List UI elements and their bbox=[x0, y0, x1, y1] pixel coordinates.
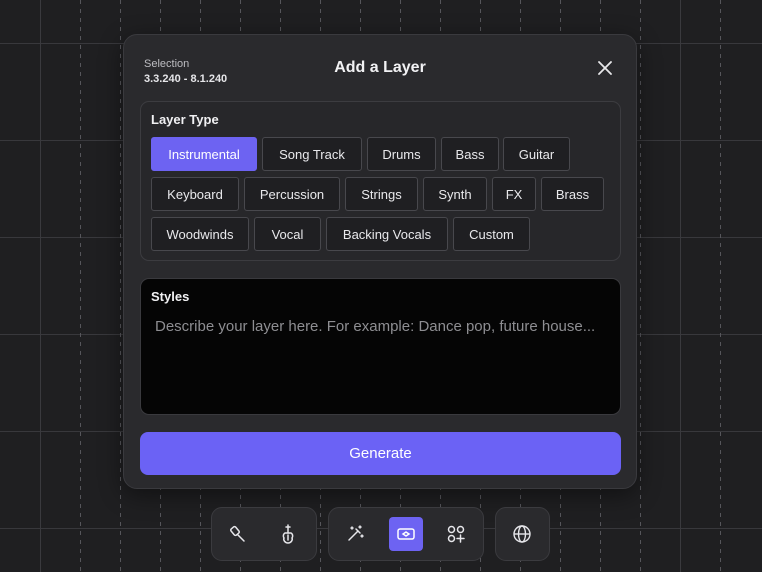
chip-guitar[interactable]: Guitar bbox=[503, 137, 570, 171]
chip-song-track[interactable]: Song Track bbox=[262, 137, 362, 171]
instrument-button[interactable] bbox=[271, 517, 305, 551]
chip-custom[interactable]: Custom bbox=[453, 217, 530, 251]
layer-type-panel: Layer Type Instrumental Song Track Drums… bbox=[140, 101, 621, 261]
add-layer-icon bbox=[397, 528, 415, 540]
chip-vocal[interactable]: Vocal bbox=[254, 217, 321, 251]
chip-synth[interactable]: Synth bbox=[423, 177, 487, 211]
chip-backing-vocals[interactable]: Backing Vocals bbox=[326, 217, 448, 251]
toolbar-group-globe bbox=[495, 507, 550, 561]
close-icon bbox=[598, 61, 612, 75]
styles-label: Styles bbox=[151, 289, 190, 304]
toolbar-group-generate bbox=[328, 507, 484, 561]
chip-bass[interactable]: Bass bbox=[441, 137, 499, 171]
chip-fx[interactable]: FX bbox=[492, 177, 536, 211]
layer-type-label: Layer Type bbox=[151, 112, 219, 127]
chip-woodwinds[interactable]: Woodwinds bbox=[151, 217, 249, 251]
magic-wand-button[interactable] bbox=[338, 517, 372, 551]
add-layer-button[interactable] bbox=[389, 517, 423, 551]
globe-button[interactable] bbox=[505, 517, 539, 551]
magic-wand-icon bbox=[348, 525, 364, 541]
chip-percussion[interactable]: Percussion bbox=[244, 177, 340, 211]
shapes-add-icon bbox=[447, 525, 465, 543]
chip-keyboard[interactable]: Keyboard bbox=[151, 177, 239, 211]
guitar-tuner-icon bbox=[282, 524, 294, 544]
toolbar-group-tools bbox=[211, 507, 317, 561]
styles-panel: Styles bbox=[140, 278, 621, 415]
generate-button[interactable]: Generate bbox=[140, 432, 621, 475]
chip-brass[interactable]: Brass bbox=[541, 177, 604, 211]
shapes-add-button[interactable] bbox=[439, 517, 473, 551]
chip-strings[interactable]: Strings bbox=[345, 177, 418, 211]
close-button[interactable] bbox=[592, 55, 618, 81]
add-layer-dialog: Selection 3.3.240 - 8.1.240 Add a Layer … bbox=[123, 34, 637, 489]
brush-icon bbox=[229, 525, 245, 542]
globe-icon bbox=[513, 525, 531, 543]
brush-button[interactable] bbox=[221, 517, 255, 551]
chip-drums[interactable]: Drums bbox=[367, 137, 436, 171]
dialog-title: Add a Layer bbox=[334, 59, 426, 76]
chip-instrumental[interactable]: Instrumental bbox=[151, 137, 257, 171]
styles-input[interactable] bbox=[153, 315, 608, 404]
